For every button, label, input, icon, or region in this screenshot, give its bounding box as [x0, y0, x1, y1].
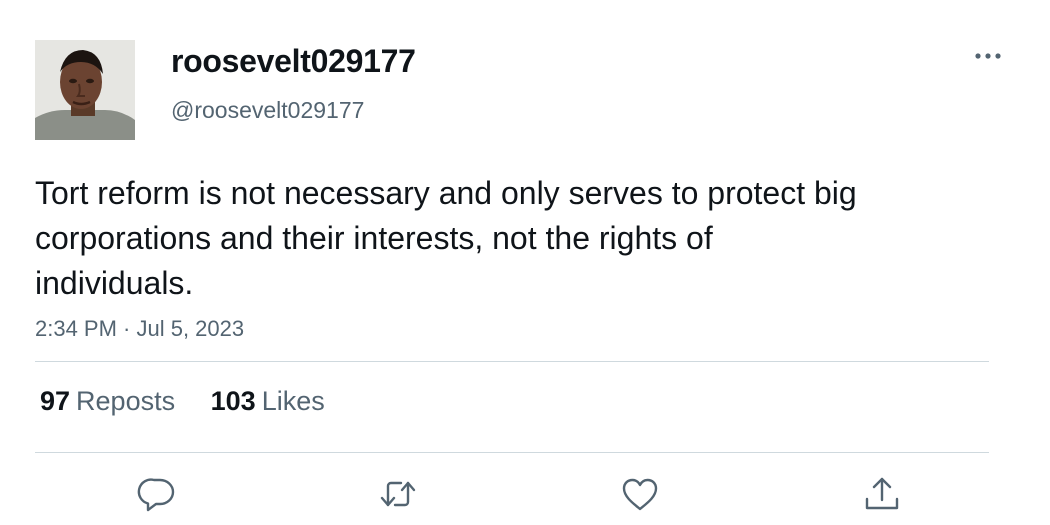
tweet-text: Tort reform is not necessary and only se…: [35, 175, 857, 301]
likes-label: Likes: [261, 386, 325, 416]
likes-stat[interactable]: 103 Likes: [211, 386, 325, 416]
divider: [35, 452, 989, 453]
tweet-timestamp[interactable]: 2:34 PM · Jul 5, 2023: [35, 316, 244, 342]
heart-icon[interactable]: [620, 474, 660, 514]
likes-count: 103: [210, 386, 256, 416]
repost-icon[interactable]: [378, 474, 418, 514]
reposts-stat[interactable]: 97 Reposts: [40, 386, 175, 416]
divider: [35, 361, 989, 362]
display-name[interactable]: roosevelt029177: [171, 43, 416, 80]
avatar[interactable]: [35, 40, 135, 140]
avatar-photo: [35, 40, 135, 140]
more-options-icon[interactable]: [970, 44, 1006, 68]
reposts-label: Reposts: [76, 386, 176, 416]
reposts-count: 97: [40, 386, 71, 416]
reply-icon[interactable]: [137, 474, 177, 514]
engagement-stats: 97 Reposts 103 Likes: [40, 386, 353, 417]
user-handle[interactable]: @roosevelt029177: [171, 97, 364, 124]
share-icon[interactable]: [862, 474, 902, 514]
